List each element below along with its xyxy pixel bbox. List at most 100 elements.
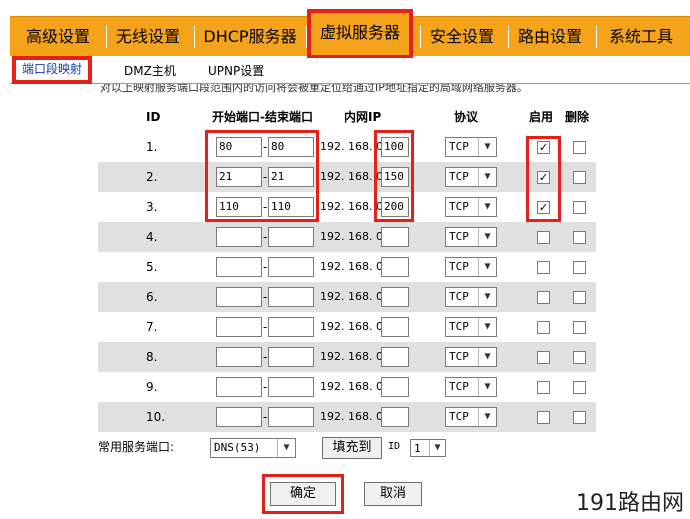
protocol-select[interactable]: TCP ▼ (445, 407, 497, 427)
range-dash: - (263, 410, 268, 424)
nav-wireless-settings[interactable]: 无线设置 (108, 17, 188, 57)
start-port-input[interactable] (216, 347, 262, 367)
protocol-select-value: TCP (449, 350, 469, 363)
protocol-select[interactable]: TCP ▼ (445, 317, 497, 337)
start-port-input[interactable] (216, 407, 262, 427)
end-port-input[interactable]: 110 (268, 197, 314, 217)
end-port-input[interactable] (268, 227, 314, 247)
delete-checkbox[interactable] (573, 381, 586, 394)
nav-advanced-settings[interactable]: 高级设置 (14, 17, 102, 57)
start-port-input[interactable] (216, 227, 262, 247)
nav-dhcp-server[interactable]: DHCP服务器 (198, 17, 302, 57)
nav-separator (596, 26, 597, 48)
delete-checkbox[interactable] (573, 141, 586, 154)
end-port-input[interactable] (268, 407, 314, 427)
delete-checkbox[interactable] (573, 171, 586, 184)
enable-checkbox[interactable]: ✓ (537, 171, 550, 184)
ip-last-octet-input[interactable] (381, 347, 409, 367)
ip-last-octet-input[interactable] (381, 257, 409, 277)
enable-checkbox[interactable] (537, 291, 550, 304)
protocol-select-value: TCP (449, 260, 469, 273)
enable-checkbox[interactable] (537, 321, 550, 334)
row-id: 5. (146, 260, 158, 274)
ip-last-octet-input[interactable]: 100 (381, 137, 409, 157)
protocol-select[interactable]: TCP ▼ (445, 257, 497, 277)
header-protocol: 协议 (454, 110, 479, 124)
protocol-select[interactable]: TCP ▼ (445, 377, 497, 397)
cancel-button[interactable]: 取消 (364, 482, 422, 506)
header-ports: 开始端口-结束端口 (212, 110, 313, 124)
enable-checkbox[interactable] (537, 381, 550, 394)
nav-system-tools[interactable]: 系统工具 (598, 17, 684, 57)
tab-dmz-host[interactable]: DMZ主机 (124, 58, 176, 84)
start-port-input[interactable] (216, 317, 262, 337)
delete-checkbox[interactable] (573, 351, 586, 364)
ip-last-octet-input[interactable]: 200 (381, 197, 409, 217)
chevron-down-icon: ▼ (478, 408, 496, 426)
end-port-input[interactable] (268, 347, 314, 367)
start-port-input[interactable]: 80 (216, 137, 262, 157)
confirm-button[interactable]: 确定 (270, 482, 336, 506)
start-port-input[interactable] (216, 257, 262, 277)
nav-virtual-server[interactable]: 虚拟服务器 (307, 9, 413, 59)
end-port-input[interactable] (268, 257, 314, 277)
protocol-select[interactable]: TCP ▼ (445, 167, 497, 187)
nav-routing-settings[interactable]: 路由设置 (510, 17, 590, 57)
start-port-input[interactable]: 110 (216, 197, 262, 217)
protocol-select-value: TCP (449, 170, 469, 183)
protocol-select[interactable]: TCP ▼ (445, 197, 497, 217)
enable-checkbox[interactable]: ✓ (537, 201, 550, 214)
top-navigation: 高级设置 无线设置 DHCP服务器 虚拟服务器 安全设置 路由设置 系统工具 (10, 9, 690, 59)
enable-checkbox[interactable] (537, 261, 550, 274)
protocol-select[interactable]: TCP ▼ (445, 287, 497, 307)
ip-last-octet-input[interactable] (381, 377, 409, 397)
delete-checkbox[interactable] (573, 411, 586, 424)
start-port-input[interactable]: 21 (216, 167, 262, 187)
protocol-select-value: TCP (449, 320, 469, 333)
end-port-input[interactable]: 21 (268, 167, 314, 187)
start-port-input[interactable] (216, 287, 262, 307)
enable-checkbox[interactable] (537, 231, 550, 244)
end-port-input[interactable] (268, 377, 314, 397)
ip-last-octet-input[interactable] (381, 317, 409, 337)
tab-port-range-mapping[interactable]: 端口段映射 (12, 56, 93, 84)
common-ports-select[interactable]: DNS(53) ▼ (210, 438, 296, 458)
protocol-select[interactable]: TCP ▼ (445, 347, 497, 367)
header-enable: 启用 (529, 110, 554, 124)
delete-checkbox[interactable] (573, 291, 586, 304)
end-port-input[interactable] (268, 287, 314, 307)
delete-checkbox[interactable] (573, 231, 586, 244)
chevron-down-icon: ▼ (478, 168, 496, 186)
end-port-input[interactable]: 80 (268, 137, 314, 157)
enable-checkbox[interactable]: ✓ (537, 141, 550, 154)
ip-last-octet-input[interactable] (381, 227, 409, 247)
table-row: 2. 21-21 192. 168. 0. 150 TCP ▼ ✓ (98, 162, 596, 192)
protocol-select-value: TCP (449, 410, 469, 423)
end-port-input[interactable] (268, 317, 314, 337)
delete-checkbox[interactable] (573, 321, 586, 334)
nav-separator (194, 26, 195, 48)
ip-last-octet-input[interactable] (381, 287, 409, 307)
ip-last-octet-input[interactable]: 150 (381, 167, 409, 187)
chevron-down-icon: ▼ (478, 378, 496, 396)
chevron-down-icon: ▼ (478, 318, 496, 336)
delete-checkbox[interactable] (573, 261, 586, 274)
enable-checkbox[interactable] (537, 351, 550, 364)
ip-last-octet-input[interactable] (381, 407, 409, 427)
fill-to-button[interactable]: 填充到 (322, 437, 382, 459)
tab-upnp-settings[interactable]: UPNP设置 (208, 58, 264, 84)
chevron-down-icon: ▼ (478, 348, 496, 366)
start-port-input[interactable] (216, 377, 262, 397)
delete-checkbox[interactable] (573, 201, 586, 214)
table-row: 9. - 192. 168. 0. TCP ▼ (98, 372, 596, 402)
ip-prefix: 192. 168. 0. (320, 230, 387, 243)
enable-checkbox[interactable] (537, 411, 550, 424)
header-id: ID (146, 110, 161, 124)
protocol-select[interactable]: TCP ▼ (445, 137, 497, 157)
nav-security-settings[interactable]: 安全设置 (422, 17, 502, 57)
id-select[interactable]: 1 ▼ (410, 439, 446, 457)
table-row: 5. - 192. 168. 0. TCP ▼ (98, 252, 596, 282)
row-id: 3. (146, 200, 158, 214)
protocol-select[interactable]: TCP ▼ (445, 227, 497, 247)
nav-separator (420, 26, 421, 48)
